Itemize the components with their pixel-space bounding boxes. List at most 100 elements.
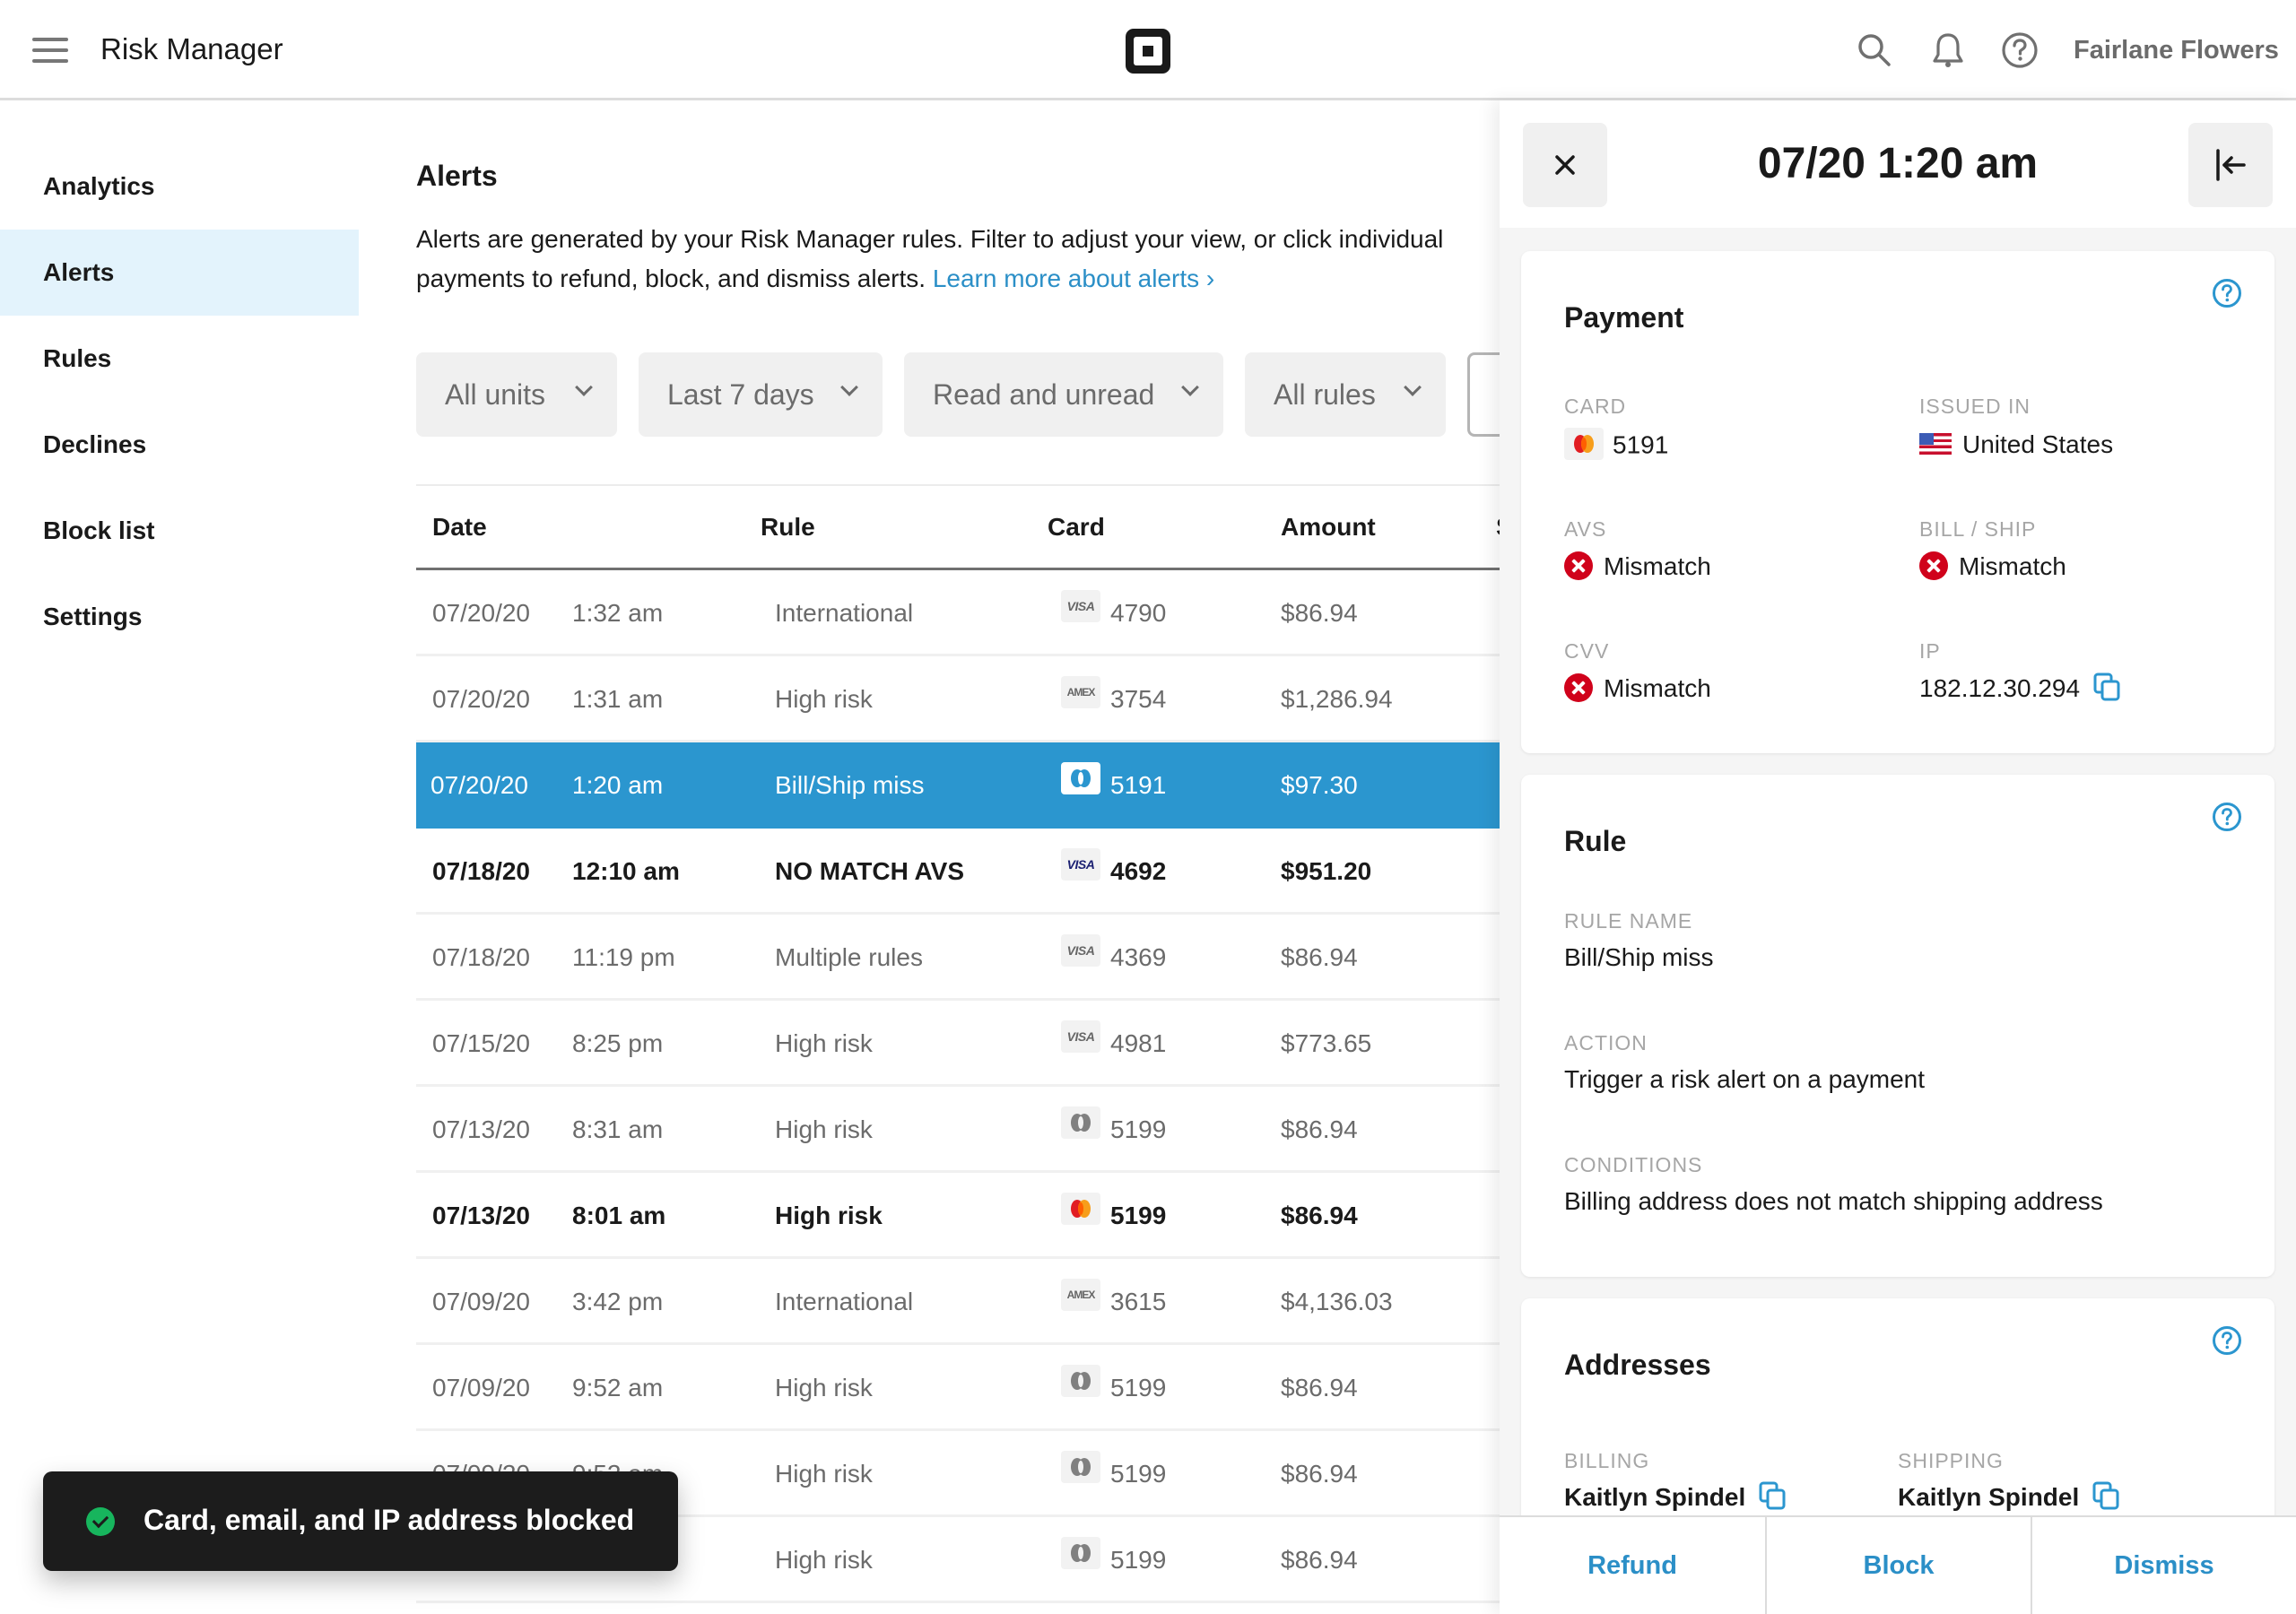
card-last4: 5191 — [1613, 430, 1669, 459]
description-line-2: payments to refund, block, and dismiss a… — [416, 265, 926, 292]
merchant-name[interactable]: Fairlane Flowers — [2074, 36, 2279, 65]
search-icon[interactable] — [1855, 30, 1894, 70]
sidebar-item-declines[interactable]: Declines — [0, 402, 359, 488]
toast-message: Card, email, and IP address blocked — [144, 1504, 635, 1536]
filter-units-dropdown[interactable]: All units — [416, 352, 617, 437]
table-row[interactable]: 07/20/20 1:20 am Bill/Ship miss 5191 $97.30 — [416, 742, 1582, 829]
row-card-last4: 4692 — [1110, 857, 1167, 885]
row-rule: High risk — [775, 1546, 873, 1574]
sidebar-item-block-list[interactable]: Block list — [0, 488, 359, 574]
row-amount: $86.94 — [1281, 1546, 1358, 1574]
amex-icon: AMEX — [1061, 1279, 1100, 1311]
bell-icon[interactable] — [1928, 30, 1968, 70]
error-circle-icon — [1919, 551, 1948, 580]
chevron-down-icon — [840, 378, 858, 396]
row-rule: International — [775, 1288, 914, 1315]
filter-label: Read and unread — [933, 378, 1155, 411]
table-row[interactable]: 07/15/20 8:25 pm High risk VISA 4981 $773.65 — [416, 1001, 1582, 1087]
row-time: 8:31 am — [572, 1115, 664, 1143]
table-row[interactable]: 07/18/20 11:19 pm Multiple rules VISA 4369 $8… — [416, 915, 1582, 1001]
learn-more-link[interactable]: Learn more about alerts › — [933, 265, 1214, 292]
row-card-last4: 5199 — [1110, 1374, 1167, 1401]
row-amount: $97.30 — [1281, 771, 1358, 799]
sidebar-item-settings[interactable]: Settings — [0, 574, 359, 660]
panel-actions: Refund Block Dismiss — [1500, 1515, 2296, 1614]
row-rule: Bill/Ship miss — [775, 771, 925, 799]
rule-name-value: Bill/Ship miss — [1564, 943, 1714, 971]
column-header-rule[interactable]: Rule — [761, 513, 815, 542]
row-date: 07/18/20 — [432, 857, 530, 885]
row-date: 07/13/20 — [432, 1115, 530, 1143]
row-rule: NO MATCH AVS — [775, 857, 965, 885]
table-header: Date Rule Card Amount S — [416, 484, 1582, 570]
us-flag-icon — [1919, 432, 1952, 455]
avs-value: Mismatch — [1564, 551, 1711, 583]
column-header-date[interactable]: Date — [432, 513, 487, 542]
country-name: United States — [1962, 430, 2114, 458]
amex-icon: AMEX — [1061, 676, 1100, 708]
sidebar-item-alerts[interactable]: Alerts — [0, 230, 359, 316]
table-row[interactable]: 07/20/20 1:32 am International VISA 4790 $86.… — [416, 570, 1582, 656]
app-title: Risk Manager — [100, 32, 283, 65]
column-header-card[interactable]: Card — [1048, 513, 1105, 542]
table-row[interactable]: 07/09/20 9:52 am High risk 5199 $86.94 — [416, 1345, 1582, 1431]
error-circle-icon — [1564, 551, 1593, 580]
row-date: 07/09/20 — [432, 1288, 530, 1315]
column-header-amount[interactable]: Amount — [1281, 513, 1376, 542]
table-row[interactable]: 07/09/20 3:42 pm International AMEX 3615 $4,1… — [416, 1259, 1582, 1345]
row-card-last4: 3754 — [1110, 685, 1167, 713]
mastercard-icon — [1061, 1106, 1100, 1139]
payment-card: Payment CARD 5191 ISSUED IN United State… — [1521, 251, 2274, 753]
collapse-panel-button[interactable] — [2188, 123, 2273, 207]
toast-notification: Card, email, and IP address blocked — [43, 1471, 678, 1571]
help-icon[interactable] — [2000, 30, 2039, 70]
page-title: Alerts — [416, 160, 498, 192]
filter-date-dropdown[interactable]: Last 7 days — [639, 352, 883, 437]
row-amount: $86.94 — [1281, 943, 1358, 971]
visa-icon: VISA — [1061, 1020, 1100, 1053]
copy-icon[interactable] — [1758, 1480, 1788, 1511]
conditions-value: Billing address does not match shipping … — [1564, 1187, 2103, 1215]
bill-ship-label: BILL / SHIP — [1919, 517, 2037, 541]
row-rule: High risk — [775, 1460, 873, 1488]
dismiss-button[interactable]: Dismiss — [2031, 1517, 2296, 1614]
table-row[interactable]: 07/20/20 1:31 am High risk AMEX 3754 $1,286.9… — [416, 656, 1582, 742]
block-button[interactable]: Block — [1765, 1517, 2031, 1614]
rule-card: Rule RULE NAME Bill/Ship miss ACTION Tri… — [1521, 775, 2274, 1277]
shipping-name: Kaitlyn Spindel — [1898, 1483, 2080, 1511]
menu-icon[interactable] — [32, 38, 68, 63]
filter-label: All rules — [1274, 378, 1376, 411]
row-date: 07/15/20 — [432, 1029, 530, 1057]
row-time: 12:10 am — [572, 857, 680, 885]
help-icon[interactable] — [2212, 278, 2242, 308]
row-time: 1:32 am — [572, 599, 664, 627]
check-circle-icon — [86, 1507, 115, 1536]
mastercard-icon — [1061, 1451, 1100, 1483]
table-row[interactable]: 07/18/20 12:10 am NO MATCH AVS VISA 4692 $951… — [416, 829, 1582, 915]
square-logo[interactable] — [1126, 29, 1170, 74]
rule-name-label: RULE NAME — [1564, 909, 1693, 933]
filter-rules-dropdown[interactable]: All rules — [1245, 352, 1446, 437]
sidebar-item-rules[interactable]: Rules — [0, 316, 359, 402]
card-value: 5191 — [1564, 428, 1669, 463]
ip-label: IP — [1919, 639, 1941, 663]
help-icon[interactable] — [2212, 802, 2242, 832]
table-row[interactable]: 07/13/20 8:31 am High risk 5199 $86.94 — [416, 1087, 1582, 1173]
ip-value: 182.12.30.294 — [1919, 672, 2123, 706]
refund-button[interactable]: Refund — [1500, 1517, 1765, 1614]
copy-icon[interactable] — [2092, 672, 2123, 702]
row-date: 07/13/20 — [432, 1202, 530, 1229]
row-date: 07/20/20 — [432, 685, 530, 713]
row-card-last4: 5199 — [1110, 1546, 1167, 1574]
filter-read-status-dropdown[interactable]: Read and unread — [904, 352, 1223, 437]
copy-icon[interactable] — [2092, 1480, 2122, 1511]
row-amount: $86.94 — [1281, 1115, 1358, 1143]
help-icon[interactable] — [2212, 1325, 2242, 1356]
table-row[interactable]: 07/13/20 8:01 am High risk 5199 $86.94 — [416, 1173, 1582, 1259]
action-label: ACTION — [1564, 1031, 1648, 1054]
row-amount: $4,136.03 — [1281, 1288, 1393, 1315]
row-time: 9:52 am — [572, 1374, 664, 1401]
sidebar-item-analytics[interactable]: Analytics — [0, 143, 359, 230]
row-rule: High risk — [775, 1202, 883, 1229]
filter-label: All units — [445, 378, 546, 411]
